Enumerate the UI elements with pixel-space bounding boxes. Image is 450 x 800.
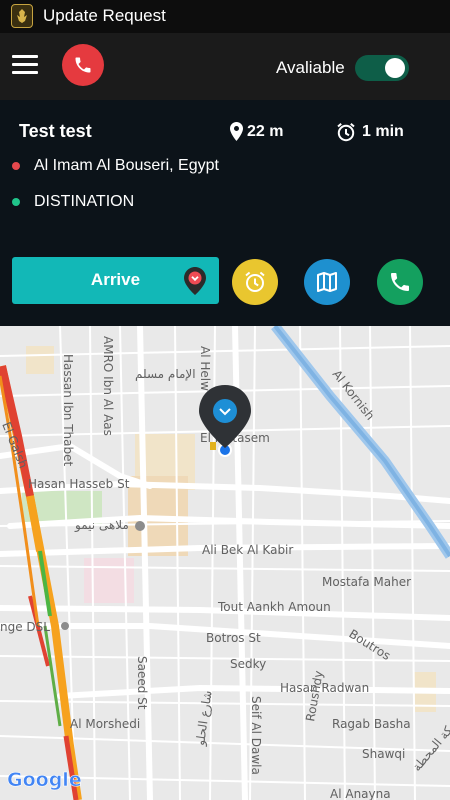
alarm-button[interactable]	[232, 259, 278, 305]
app-logo-icon	[11, 4, 33, 28]
pickup-address: Al Imam Al Bouseri, Egypt	[34, 157, 219, 174]
map-label: Al Anayna	[330, 787, 391, 800]
phone-icon	[75, 57, 91, 73]
destination-address: DISTINATION	[34, 193, 135, 210]
map-label: Mostafa Maher	[322, 575, 411, 589]
map-label: Hasan Radwan	[280, 681, 369, 695]
app-toolbar: Avaliable	[0, 33, 450, 100]
eta-value: 1 min	[362, 123, 404, 140]
map-marker-icon	[184, 267, 206, 295]
map-view[interactable]: AMRO Ibn Al Aas Hassan Ibn Thabet الإمام…	[0, 326, 450, 800]
map-label: Seif Al Dawla	[249, 696, 263, 775]
map-label: Ali Bek Al Kabir	[202, 543, 293, 557]
arrive-button[interactable]: Arrive	[12, 257, 219, 304]
map-label: Hassan Ibn Thabet	[61, 354, 75, 467]
rider-name: Test test	[19, 121, 92, 141]
map-label: Al Morshedi	[70, 717, 140, 731]
distance-value: 22 m	[247, 123, 284, 140]
map-label: الإمام مسلم	[135, 367, 196, 381]
map-label: ملاهى نيمو	[74, 518, 129, 533]
map-label: Saeed St	[135, 656, 149, 710]
map-label: Tout Aankh Amoun	[217, 600, 331, 614]
phone-button[interactable]	[377, 259, 423, 305]
location-pin-icon	[230, 122, 243, 141]
phone-icon	[391, 273, 409, 291]
call-button[interactable]	[62, 44, 104, 86]
map-button[interactable]	[304, 259, 350, 305]
map-label: Hasan Hasseb St	[28, 477, 130, 491]
destination-dot	[12, 198, 20, 206]
alarm-clock-icon	[245, 271, 265, 292]
pickup-dot	[12, 162, 20, 170]
map-label: Al Helw	[198, 346, 212, 391]
menu-icon[interactable]	[12, 55, 38, 75]
map-canvas[interactable]: AMRO Ibn Al Aas Hassan Ibn Thabet الإمام…	[0, 326, 450, 800]
map-icon	[317, 272, 337, 292]
map-label: Botros St	[206, 631, 261, 645]
map-label: Shawqi	[362, 747, 405, 761]
map-label: AMRO Ibn Al Aas	[101, 336, 115, 436]
map-label: Ragab Basha	[332, 717, 411, 731]
map-label: nge DSL	[0, 620, 50, 634]
availability-toggle[interactable]	[355, 55, 409, 81]
google-logo: Google	[7, 769, 82, 791]
toggle-knob	[385, 58, 405, 78]
notification-title: Update Request	[43, 6, 166, 25]
availability-label: Avaliable	[276, 58, 345, 77]
trip-info-panel: Test test 22 m 1 min Al Imam Al Bouseri,…	[0, 100, 450, 326]
alarm-clock-icon	[337, 123, 355, 142]
status-bar: Update Request	[0, 0, 450, 33]
map-label: Sedky	[230, 657, 266, 671]
